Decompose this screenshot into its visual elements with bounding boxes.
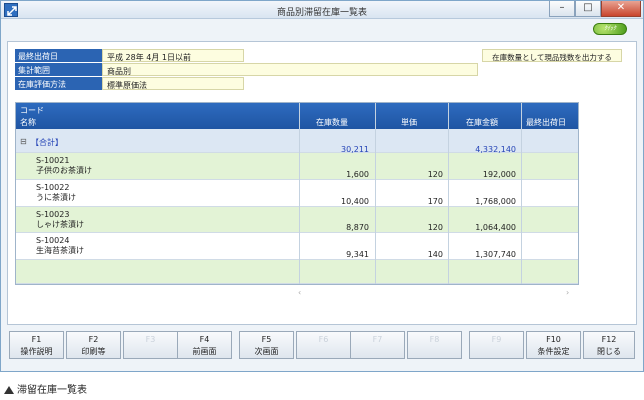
f10-button[interactable]: F10 条件設定 [526, 331, 581, 359]
output-note: 在庫数量として現品残数を出力する [482, 49, 622, 62]
valuation-method-value: 標準原価法 [102, 77, 244, 90]
f2-button[interactable]: F2 印刷等 [66, 331, 121, 359]
f5-button[interactable]: F5 次画面 [239, 331, 294, 359]
header-qty: 在庫数量 [316, 118, 348, 127]
stock-amount: 1,064,400 [475, 223, 516, 232]
aggregate-range-value: 商品別 [102, 63, 478, 76]
maximize-button[interactable]: □ [575, 1, 601, 17]
f12-label: 閉じる [597, 347, 621, 356]
f6-key: F6 [318, 335, 329, 344]
f8-button: F8 [407, 331, 462, 359]
f2-key: F2 [88, 335, 99, 344]
collapse-icon[interactable]: ⊟ [20, 137, 27, 146]
stock-amount: 1,768,000 [475, 197, 516, 206]
f10-label: 条件設定 [537, 347, 570, 356]
f6-button: F6 [296, 331, 351, 359]
function-key-bar: F1 操作説明 F2 印刷等 F3 F4 前画面 F5 次画面 F6 F7 F8 F9 … [7, 331, 637, 361]
f12-button[interactable]: F12 閉じる [583, 331, 635, 359]
column-divider [448, 103, 449, 284]
inventory-table: コード 名称 在庫数量 単価 在庫金額 最終出荷日 ⊟ 【合計】 30,211 … [15, 102, 579, 285]
unit-price: 120 [427, 170, 443, 179]
product-code: S-10021 [36, 156, 70, 165]
close-window-button[interactable]: ✕ [601, 1, 641, 17]
f8-key: F8 [429, 335, 440, 344]
f12-key: F12 [601, 335, 617, 344]
close-icon: ✕ [616, 2, 626, 13]
empty-row[interactable] [16, 260, 578, 284]
f5-key: F5 [261, 335, 272, 344]
total-row: ⊟ 【合計】 30,211 4,332,140 [16, 129, 578, 154]
minimize-button[interactable]: – [549, 1, 575, 17]
window-title: 商品別滞留在庫一覧表 [276, 8, 367, 18]
column-divider [299, 103, 300, 284]
f7-button: F7 [350, 331, 405, 359]
f4-key: F4 [199, 335, 210, 344]
product-name: しゃけ茶漬け [36, 220, 84, 229]
f9-button: F9 [469, 331, 524, 359]
quick-icon[interactable]: ｸｲｯｸ [593, 23, 627, 35]
header-code: コード [20, 106, 44, 115]
table-row[interactable]: S-10022 うに茶漬け 10,400 170 1,768,000 [16, 180, 578, 207]
last-ship-date-value: 平成 28年 4月 1日以前 [102, 49, 244, 62]
title-bar: 商品別滞留在庫一覧表 – □ ✕ [1, 1, 643, 19]
product-name: うに茶漬け [36, 193, 76, 202]
triangle-icon [4, 386, 14, 394]
unit-price: 140 [427, 250, 443, 259]
f4-label: 前画面 [192, 347, 217, 356]
stock-qty: 10,400 [341, 197, 369, 206]
f1-button[interactable]: F1 操作説明 [9, 331, 64, 359]
f4-button[interactable]: F4 前画面 [177, 331, 232, 359]
header-price: 単価 [401, 118, 417, 127]
maximize-icon: □ [583, 2, 593, 13]
table-row[interactable]: S-10024 生海苔茶漬け 9,341 140 1,307,740 [16, 233, 578, 260]
header-name: 名称 [20, 118, 36, 127]
caption: 滞留在庫一覧表 [4, 381, 87, 396]
scroll-left-icon[interactable]: ‹ [298, 288, 301, 297]
unit-price: 170 [427, 197, 443, 206]
header-last-ship: 最終出荷日 [526, 118, 566, 127]
table-header: コード 名称 在庫数量 単価 在庫金額 最終出荷日 [16, 103, 578, 129]
table-row[interactable]: S-10021 子供のお茶漬け 1,600 120 192,000 [16, 153, 578, 180]
stock-qty: 9,341 [346, 250, 369, 259]
scroll-right-icon[interactable]: › [566, 288, 569, 297]
column-divider [375, 103, 376, 284]
column-divider [521, 103, 522, 284]
valuation-method-label: 在庫評価方法 [15, 77, 102, 90]
stock-qty: 8,870 [346, 223, 369, 232]
unit-price: 120 [427, 223, 443, 232]
stock-amount: 192,000 [482, 170, 516, 179]
window-controls: – □ ✕ [549, 1, 641, 17]
f1-label: 操作説明 [20, 347, 53, 356]
caption-text: 滞留在庫一覧表 [17, 385, 87, 396]
last-ship-date-label: 最終出荷日 [15, 49, 102, 62]
vertical-scrollbar[interactable] [628, 102, 636, 285]
f10-key: F10 [546, 335, 561, 344]
application-window: 商品別滞留在庫一覧表 – □ ✕ ｸｲｯｸ 最終出荷日 平成 28年 4月 1日… [0, 0, 644, 372]
f7-key: F7 [372, 335, 383, 344]
stock-qty: 1,600 [346, 170, 369, 179]
f3-key: F3 [145, 335, 156, 344]
product-code: S-10022 [36, 183, 70, 192]
f9-key: F9 [491, 335, 502, 344]
f5-label: 次画面 [254, 347, 279, 356]
product-name: 生海苔茶漬け [36, 246, 84, 255]
f1-key: F1 [31, 335, 42, 344]
minimize-icon: – [559, 2, 565, 13]
product-code: S-10024 [36, 236, 70, 245]
main-content: 最終出荷日 平成 28年 4月 1日以前 集計範囲 商品別 在庫評価方法 標準原… [7, 41, 637, 325]
stock-amount: 1,307,740 [475, 250, 516, 259]
f3-button: F3 [123, 331, 178, 359]
f2-label: 印刷等 [81, 347, 106, 356]
table-row[interactable]: S-10023 しゃけ茶漬け 8,870 120 1,064,400 [16, 207, 578, 233]
total-label: 【合計】 [31, 138, 63, 147]
product-code: S-10023 [36, 210, 70, 219]
aggregate-range-label: 集計範囲 [15, 63, 102, 76]
header-amount: 在庫金額 [466, 118, 498, 127]
product-name: 子供のお茶漬け [36, 166, 92, 175]
